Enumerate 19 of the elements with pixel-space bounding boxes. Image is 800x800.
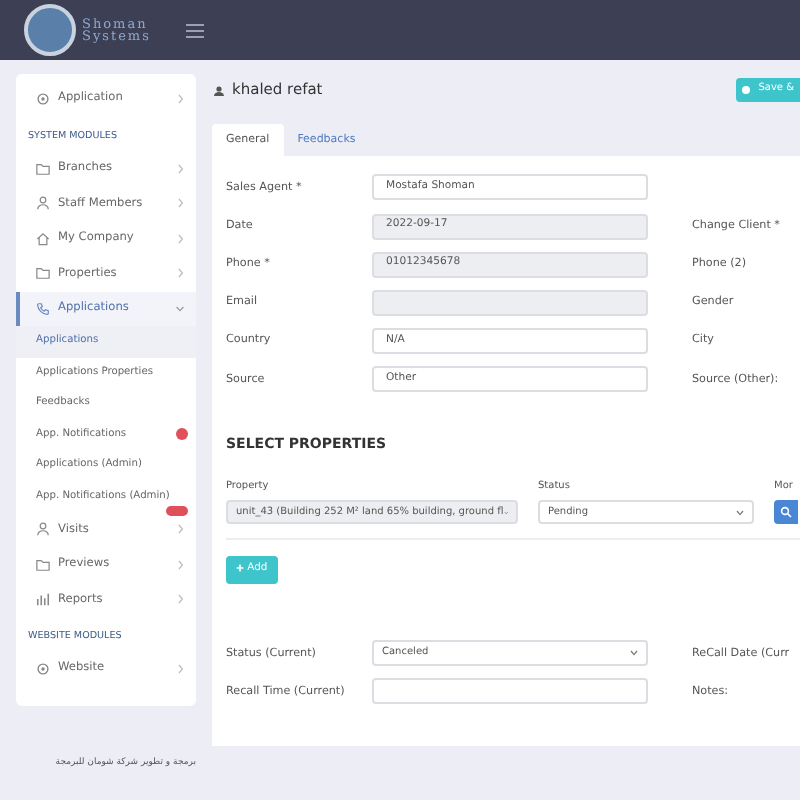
menu-icon[interactable]	[186, 23, 205, 37]
logo-emblem-icon	[24, 4, 76, 56]
folder-icon	[36, 161, 50, 176]
user-icon	[214, 85, 224, 95]
search-button[interactable]	[774, 500, 798, 525]
gear-icon	[36, 92, 50, 107]
gear-icon	[36, 662, 50, 677]
house-icon	[36, 231, 50, 246]
search-icon	[780, 506, 792, 519]
phone-icon	[36, 301, 50, 316]
folder-icon	[36, 557, 50, 572]
bar-chart-icon	[36, 592, 50, 607]
person-icon	[36, 522, 50, 537]
person-icon	[36, 196, 50, 211]
folder-icon	[36, 266, 50, 281]
caret-icon	[736, 509, 744, 516]
plus-icon	[236, 563, 244, 572]
caret-icon	[630, 650, 638, 657]
input-field[interactable]	[372, 678, 648, 705]
